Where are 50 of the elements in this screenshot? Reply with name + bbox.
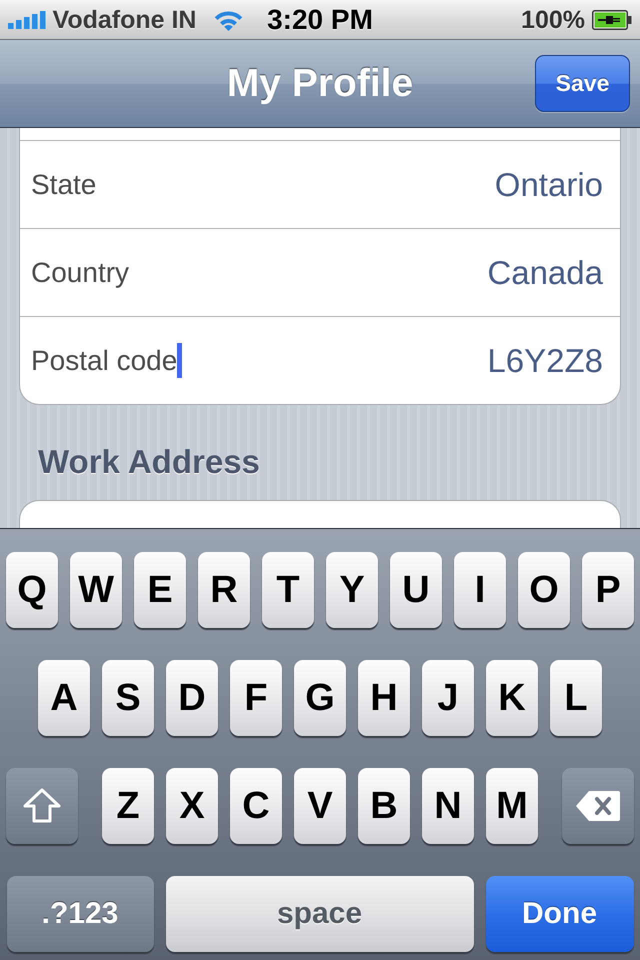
form-row[interactable]: Postal code L6Y2Z8 bbox=[20, 316, 620, 404]
carrier-name: Vodafone IN bbox=[52, 4, 196, 34]
letter-key[interactable]: S bbox=[102, 660, 154, 736]
done-button[interactable]: Done bbox=[486, 876, 634, 952]
space-bar[interactable]: space bbox=[166, 876, 474, 952]
field-label: Postal code bbox=[31, 344, 178, 378]
letter-key[interactable]: V bbox=[294, 768, 346, 844]
letter-key[interactable]: Q bbox=[6, 552, 58, 628]
letter-key[interactable]: M bbox=[486, 768, 538, 844]
letter-key[interactable]: P bbox=[582, 552, 634, 628]
letter-key[interactable]: L bbox=[550, 660, 602, 736]
letter-key[interactable]: I bbox=[454, 552, 506, 628]
delete-key[interactable] bbox=[562, 768, 634, 844]
letter-key[interactable]: F bbox=[230, 660, 282, 736]
letter-key[interactable]: T bbox=[262, 552, 314, 628]
letter-key[interactable]: Z bbox=[102, 768, 154, 844]
clock-time: 3:20 PM bbox=[267, 4, 373, 36]
letter-key[interactable]: U bbox=[390, 552, 442, 628]
field-value[interactable]: Ontario bbox=[494, 166, 603, 204]
field-value[interactable]: L6Y2Z8 bbox=[487, 342, 603, 380]
backspace-icon bbox=[575, 790, 621, 822]
signal-bars-icon bbox=[8, 10, 46, 28]
shift-key[interactable] bbox=[6, 768, 78, 844]
letter-key[interactable]: J bbox=[422, 660, 474, 736]
letter-key[interactable]: Y bbox=[326, 552, 378, 628]
nav-title: My Profile bbox=[226, 60, 414, 106]
field-value[interactable]: Canada bbox=[487, 254, 603, 292]
letter-key[interactable]: B bbox=[358, 768, 410, 844]
letter-key[interactable]: W bbox=[70, 552, 122, 628]
battery-percent: 100% bbox=[521, 4, 585, 34]
form-row[interactable]: State Ontario bbox=[20, 140, 620, 228]
letter-key[interactable]: N bbox=[422, 768, 474, 844]
letter-key[interactable]: K bbox=[486, 660, 538, 736]
save-button[interactable]: Save bbox=[535, 55, 630, 112]
up-arrow-icon bbox=[23, 788, 61, 824]
letter-key[interactable]: R bbox=[198, 552, 250, 628]
field-label: Country bbox=[31, 256, 130, 290]
letter-key[interactable]: D bbox=[166, 660, 218, 736]
section-header: Work Address bbox=[37, 442, 261, 482]
letter-key[interactable]: E bbox=[134, 552, 186, 628]
form-row[interactable]: Country Canada bbox=[20, 228, 620, 316]
numbers-key[interactable]: .?123 bbox=[6, 876, 154, 952]
letter-key[interactable]: G bbox=[294, 660, 346, 736]
battery-charging-icon bbox=[592, 10, 632, 30]
letter-key[interactable]: O bbox=[518, 552, 570, 628]
letter-key[interactable]: X bbox=[166, 768, 218, 844]
field-label: State bbox=[31, 168, 96, 202]
letter-key[interactable]: C bbox=[230, 768, 282, 844]
letter-key[interactable]: A bbox=[38, 660, 90, 736]
letter-key[interactable]: H bbox=[358, 660, 410, 736]
